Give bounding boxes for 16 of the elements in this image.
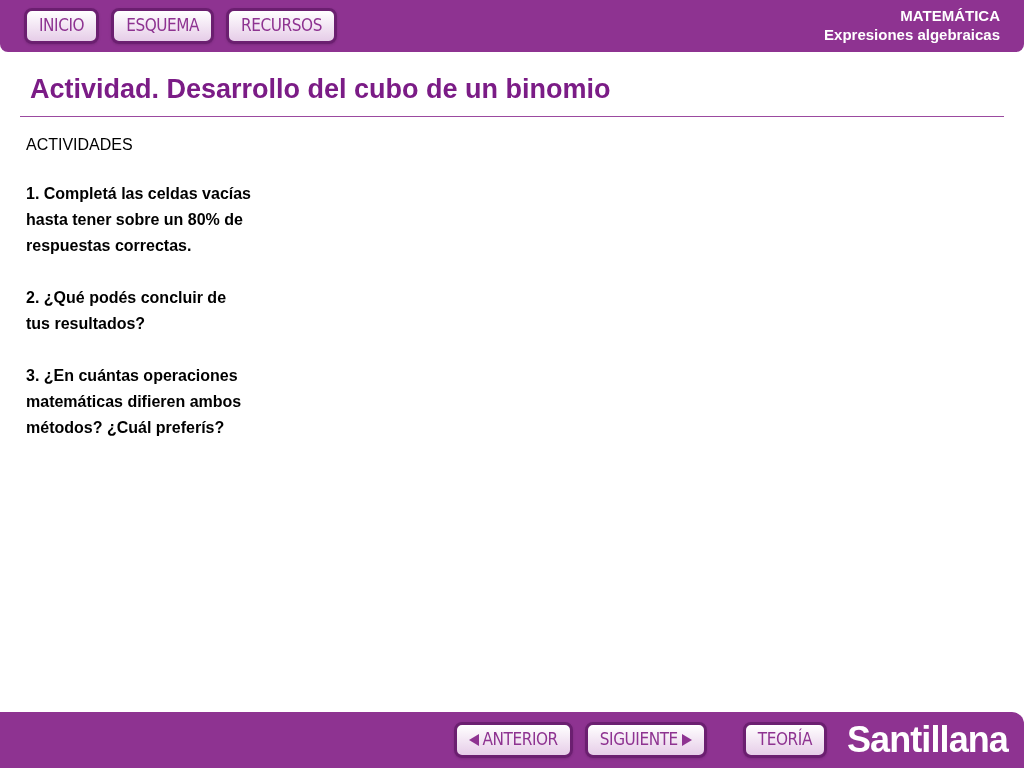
topic-label: Expresiones algebraicas — [824, 25, 1000, 45]
nav-button[interactable]: ESQUEMA — [111, 8, 215, 44]
left-triangle-icon — [468, 734, 479, 746]
subject-label: MATEMÁTICA — [900, 7, 1000, 25]
right-triangle-icon — [681, 734, 692, 746]
nav-button[interactable]: TEORÍA — [742, 722, 827, 758]
nav-button[interactable]: RECURSOS — [226, 8, 337, 44]
nav-button[interactable]: ANTERIOR — [453, 722, 573, 758]
activity-text: 1. Completá las celdas vacías hasta tener sobre un 80% de respuestas correctas. — [26, 184, 252, 256]
page-title: Actividad. Desarrollo del cubo de un binomio — [30, 73, 612, 106]
nav-button[interactable]: INICIO — [24, 8, 100, 44]
activity-text: 2. ¿Qué podés concluir de tus resultados? — [26, 288, 228, 334]
activity-text: 3. ¿En cuántas operaciones matemáticas difieren ambos métodos? ¿Cuál preferís? — [26, 366, 243, 438]
activities-heading: ACTIVIDADES — [26, 135, 134, 155]
brand-logo: Santillana — [846, 718, 1008, 762]
nav-button[interactable]: SIGUIENTE — [584, 722, 707, 758]
